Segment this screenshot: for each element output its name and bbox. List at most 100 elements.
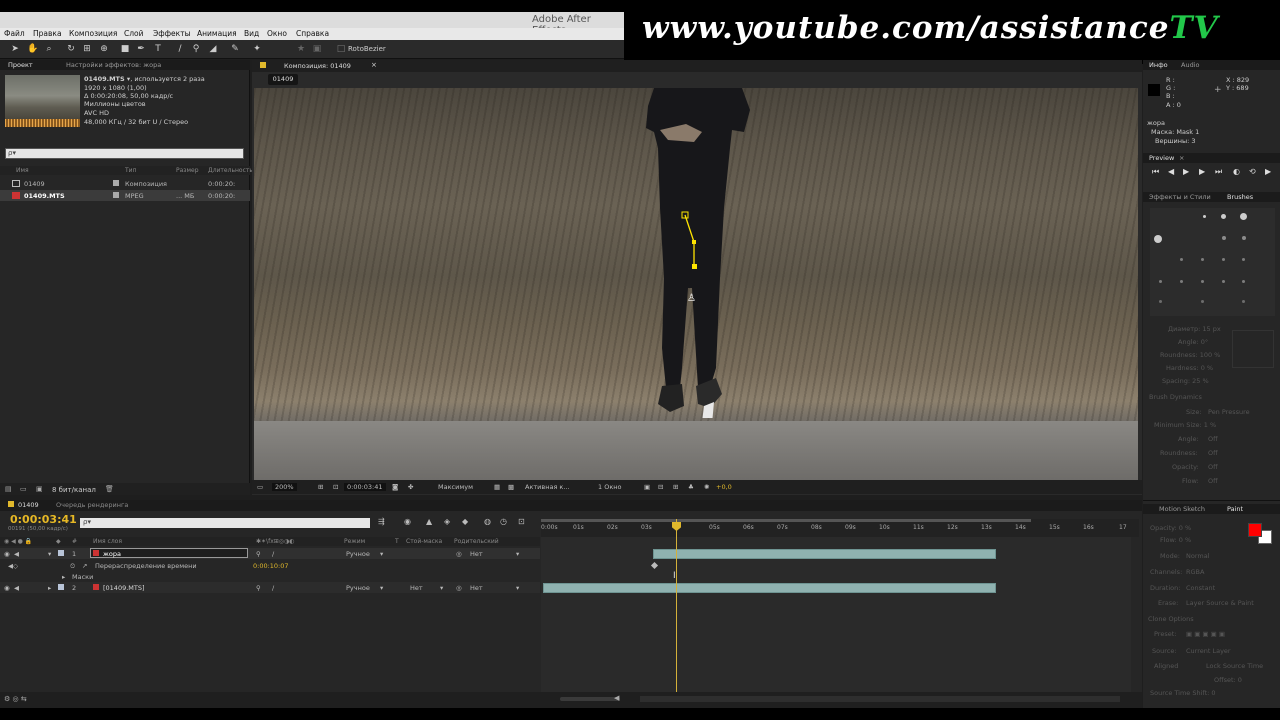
brush-tip[interactable] — [1159, 300, 1162, 303]
prev-frame-icon[interactable]: ◀ — [1168, 167, 1174, 176]
grid-icon[interactable]: ▩ — [508, 483, 514, 491]
clone-preset-icons[interactable]: ▣ ▣ ▣ ▣ ▣ — [1186, 630, 1225, 638]
dyn-roundness-dropdown[interactable]: Off — [1208, 449, 1218, 457]
hide-shy-icon[interactable]: ◈ — [444, 517, 450, 526]
dyn-opacity-dropdown[interactable]: Off — [1208, 463, 1218, 471]
parent-pickwhip-icon[interactable]: ◎ — [456, 550, 462, 558]
comp-flowchart-icon[interactable]: ⊞ — [673, 483, 678, 491]
brush-tip[interactable] — [1180, 280, 1183, 283]
mode-arrow-icon[interactable]: ▾ — [380, 550, 383, 558]
layer-row-2[interactable]: ◉ ◀ ▸ 2 [01409.MTS] ⚲ / Ручное ▾ Нет ▾ ◎… — [0, 582, 540, 593]
frame-blending-icon[interactable]: ◆ — [462, 517, 468, 526]
selection-tool-icon[interactable]: ➤ — [10, 44, 20, 54]
brush-tip[interactable] — [1221, 214, 1226, 219]
col-mode[interactable]: Режим — [344, 538, 365, 545]
toggle-switches-icon[interactable]: ⚙ ◎ ⇆ — [4, 695, 27, 703]
next-frame-icon[interactable]: ▶ — [1199, 167, 1205, 176]
close-tab-icon[interactable]: × — [371, 61, 377, 69]
audio-icon[interactable]: ◐ — [1233, 167, 1240, 176]
trkmat-arrow-icon[interactable]: ▾ — [440, 584, 443, 592]
always-preview-icon[interactable]: ▭ — [257, 483, 263, 491]
layer-trkmat-dropdown[interactable]: Нет — [410, 584, 423, 592]
rectangle-tool-icon[interactable]: ■ — [120, 44, 130, 54]
mode-arrow-icon[interactable]: ▾ — [380, 584, 383, 592]
delete-icon[interactable]: 🗑 — [105, 485, 114, 493]
menu-file[interactable]: Файл — [4, 29, 25, 38]
timeline-current-time[interactable]: 0:00:03:41 — [10, 513, 77, 526]
tab-audio[interactable]: Audio — [1181, 61, 1199, 69]
roto-brush-tool-icon[interactable]: ✎ — [230, 44, 240, 54]
keyframe-icon[interactable] — [650, 561, 659, 570]
time-remap-value[interactable]: 0:00:10:07 — [253, 562, 289, 570]
draft-3d-icon[interactable]: ▲ — [426, 517, 432, 526]
tab-effects-presets[interactable]: Эффекты и Стили — [1149, 193, 1211, 201]
label-color[interactable] — [58, 584, 64, 590]
exposure-icon[interactable]: ✺ — [704, 483, 709, 491]
stopwatch-icon[interactable]: ⏲ — [70, 562, 75, 571]
loop-icon[interactable]: ⟲ — [1249, 167, 1256, 176]
brush-tip[interactable] — [1154, 235, 1162, 243]
paint-erase-dropdown[interactable]: Layer Source & Paint — [1186, 599, 1254, 607]
tab-timeline-comp[interactable]: 01409 — [18, 501, 39, 509]
tab-motion-sketch[interactable]: Motion Sketch — [1159, 505, 1205, 513]
expand-arrow-icon[interactable]: ▾ — [48, 550, 51, 558]
audio-toggle-icon[interactable]: ◀ — [14, 584, 19, 592]
puppet-tool-icon[interactable]: ✦ — [252, 44, 262, 54]
masks-arrow-icon[interactable]: ▸ — [62, 573, 65, 581]
source-time-shift[interactable]: Source Time Shift: 0 — [1150, 689, 1216, 697]
pan-behind-tool-icon[interactable]: ⊕ — [99, 44, 109, 54]
brush-tip[interactable] — [1242, 258, 1245, 261]
lock-source-checkbox[interactable]: Lock Source Time — [1206, 662, 1263, 670]
tab-render-queue[interactable]: Очередь рендеринга — [56, 501, 128, 509]
exposure-value[interactable]: +0,0 — [716, 483, 732, 491]
composition-breadcrumb[interactable]: 01409 — [268, 74, 298, 85]
dyn-flow-dropdown[interactable]: Off — [1208, 477, 1218, 485]
dyn-min-size[interactable]: Minimum Size: 1 % — [1154, 421, 1216, 429]
menu-edit[interactable]: Правка — [33, 29, 62, 38]
menu-view[interactable]: Вид — [244, 29, 259, 38]
brush-tip[interactable] — [1242, 300, 1245, 303]
region-icon[interactable]: ⊡ — [333, 483, 338, 491]
quality-switch[interactable]: / — [272, 550, 274, 558]
brush-tip[interactable] — [1242, 236, 1246, 240]
rotate-tool-icon[interactable]: ↻ — [66, 44, 76, 54]
parent-pickwhip-icon[interactable]: ◎ — [456, 584, 462, 592]
menu-help[interactable]: Справка — [296, 29, 329, 38]
parent-arrow-icon[interactable]: ▾ — [516, 550, 519, 558]
layer-parent-dropdown[interactable]: Нет — [470, 584, 483, 592]
clone-source-dropdown[interactable]: Current Layer — [1186, 647, 1231, 655]
menu-animation[interactable]: Анимация — [197, 29, 237, 38]
paint-channels-dropdown[interactable]: RGBA — [1186, 568, 1204, 576]
brush-tip[interactable] — [1203, 215, 1206, 218]
show-channel-icon[interactable]: ✤ — [408, 483, 413, 491]
brush-diameter[interactable]: Диаметр: 15 px — [1168, 325, 1221, 333]
ram-preview-icon[interactable]: ▶ — [1265, 167, 1271, 176]
shy-switch[interactable]: ⚲ — [256, 550, 261, 558]
dyn-angle-dropdown[interactable]: Off — [1208, 435, 1218, 443]
clone-aligned-checkbox[interactable]: Aligned — [1154, 662, 1178, 670]
zoom-dropdown[interactable]: 200% — [272, 483, 297, 491]
live-update-icon[interactable]: ◉ — [404, 517, 411, 526]
bit-depth-button[interactable]: 8 бит/канал — [52, 486, 96, 494]
flowchart-icon[interactable]: ♣ — [688, 483, 694, 491]
visibility-icon[interactable]: ◉ — [4, 550, 10, 558]
tab-info[interactable]: Инфо — [1149, 61, 1168, 69]
eraser-tool-icon[interactable]: ◢ — [208, 44, 218, 54]
brush-tip[interactable] — [1222, 258, 1225, 261]
property-time-remap[interactable]: ◀◇ ⏲ ↗ Перераспределение времени 0:00:10… — [0, 560, 540, 571]
play-icon[interactable]: ▶ — [1183, 167, 1189, 176]
snapshot-icon[interactable]: ◙ — [392, 483, 398, 491]
audio-toggle-icon[interactable]: ◀ — [14, 550, 19, 558]
col-type[interactable]: Тип — [125, 167, 137, 174]
brainstorm-icon[interactable]: ⊡ — [518, 517, 525, 526]
brush-tip[interactable] — [1222, 236, 1226, 240]
col-layer-name[interactable]: Имя слоя — [93, 538, 122, 545]
tab-project[interactable]: Проект — [8, 61, 33, 69]
layer-2-bar[interactable] — [543, 583, 996, 593]
brush-hardness[interactable]: Hardness: 0 % — [1166, 364, 1213, 372]
brush-spacing[interactable]: Spacing: 25 % — [1162, 377, 1209, 385]
layer-parent-dropdown[interactable]: Нет — [470, 550, 483, 558]
brush-tip[interactable] — [1201, 258, 1204, 261]
brush-roundness[interactable]: Roundness: 100 % — [1160, 351, 1220, 359]
col-name[interactable]: Имя — [16, 167, 29, 174]
